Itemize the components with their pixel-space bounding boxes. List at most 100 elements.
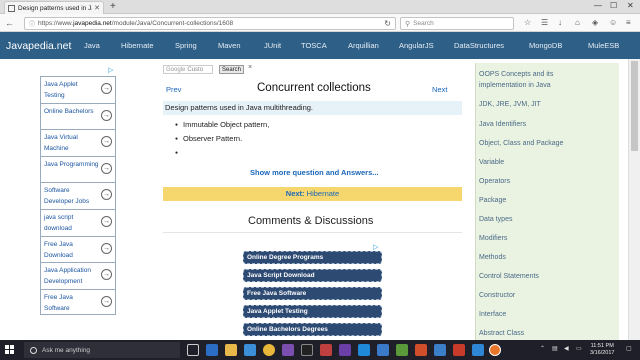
url-bar[interactable]: ⓘ https://www. javapedia.net/module/Java/… (24, 17, 396, 30)
windows-start-icon[interactable] (5, 345, 15, 355)
adchoices-icon[interactable]: ▷ (108, 66, 113, 74)
app-icon[interactable] (320, 344, 332, 356)
ad-item[interactable]: Online Bachelors → (40, 102, 116, 130)
sidebar-item-modifiers[interactable]: Modifiers (476, 233, 507, 244)
reading-list-icon[interactable]: ☰ (541, 17, 548, 29)
sidebar-item-oops-line2[interactable]: implementation in Java (476, 80, 551, 91)
terminal-icon[interactable] (301, 344, 313, 356)
reload-icon[interactable]: ↻ (384, 19, 391, 28)
sidebar-item-methods[interactable]: Methods (476, 252, 506, 263)
nav-link-arquillian[interactable]: Arquillian (348, 41, 379, 50)
sidebar-item-operators[interactable]: Operators (476, 176, 510, 187)
ad-button[interactable]: Java Applet Testing (243, 305, 382, 318)
file-explorer-icon[interactable] (225, 344, 237, 356)
sidebar-item-object-class[interactable]: Object, Class and Package (476, 138, 563, 149)
ad-item[interactable]: Java Virtual Machine → (40, 129, 116, 156)
sidebar-item-variable[interactable]: Variable (476, 157, 504, 168)
windows-taskbar: Ask me anything ⌃ ▤ ◀ ▭ 11:51 PM 3/16/20… (0, 340, 640, 360)
nav-link-hibernate[interactable]: Hibernate (121, 41, 154, 50)
custom-search-input[interactable]: Google Custo (163, 65, 213, 74)
close-tab-icon[interactable]: ✕ (94, 4, 100, 12)
ad-button[interactable]: Java Script Download (243, 269, 382, 282)
taskbar-clock[interactable]: 11:51 PM 3/16/2017 (590, 343, 614, 357)
tray-up-icon[interactable]: ⌃ (540, 345, 545, 352)
bookmark-star-icon[interactable]: ☆ (524, 17, 531, 29)
cortana-search-box[interactable]: Ask me anything (24, 342, 180, 358)
new-tab-icon[interactable]: + (110, 1, 116, 13)
ad-label: Free Java Software (44, 293, 73, 312)
sidebar-item-data-types[interactable]: Data types (476, 214, 512, 225)
ad-item[interactable]: Java Application Development → (40, 262, 116, 289)
sidebar-item-oops[interactable]: OOPS Concepts and its (476, 69, 553, 80)
ad-button[interactable]: Online Degree Programs (243, 251, 382, 264)
app-icon[interactable] (339, 344, 351, 356)
close-window-icon[interactable]: ✕ (627, 1, 634, 10)
ad-item[interactable]: Free Java Download → (40, 235, 116, 263)
task-view-icon[interactable] (187, 344, 199, 356)
maximize-icon[interactable]: ☐ (610, 1, 617, 10)
nav-link-maven[interactable]: Maven (218, 41, 241, 50)
clear-search-icon[interactable]: × (248, 64, 252, 71)
ad-button[interactable]: Online Bachelors Degrees (243, 323, 382, 336)
ad-label: Java Applet Testing (44, 81, 78, 99)
chrome-icon[interactable] (263, 344, 275, 356)
menu-icon[interactable]: ≡ (626, 17, 631, 29)
volume-icon[interactable]: ◀ (564, 345, 569, 352)
back-icon[interactable]: ← (5, 17, 14, 29)
app-icon[interactable] (453, 344, 465, 356)
ie-icon[interactable] (472, 344, 484, 356)
nav-link-datastructures[interactable]: DataStructures (454, 41, 504, 50)
nav-link-spring[interactable]: Spring (175, 41, 197, 50)
site-logo[interactable]: Javapedia.net (0, 40, 80, 52)
sidebar-item-interface[interactable]: Interface (476, 309, 506, 320)
next-link[interactable]: Next (432, 85, 447, 94)
vscode-icon[interactable] (358, 344, 370, 356)
show-more-link[interactable]: Show more question and Answers... (250, 168, 379, 177)
store-icon[interactable] (244, 344, 256, 356)
page-scrollbar[interactable] (628, 59, 640, 340)
nav-link-java[interactable]: Java (84, 41, 100, 50)
prev-link[interactable]: Prev (166, 85, 181, 94)
nav-link-tosca[interactable]: TOSCA (301, 41, 327, 50)
firefox-icon[interactable] (489, 344, 501, 356)
network-icon[interactable]: ▤ (552, 345, 558, 352)
app-icon[interactable] (396, 344, 408, 356)
app-icon[interactable] (434, 344, 446, 356)
ad-button[interactable]: Free Java Software (243, 287, 382, 300)
browser-search-field[interactable]: ⚲ Search (400, 17, 514, 30)
nav-link-muleesb[interactable]: MuleESB (588, 41, 619, 50)
battery-icon[interactable]: ▭ (576, 345, 582, 352)
shield-icon[interactable]: ◈ (592, 17, 598, 29)
ad-item[interactable]: Software Developer Jobs → (40, 182, 116, 209)
sidebar-item-constructor[interactable]: Constructor (476, 290, 515, 301)
download-icon[interactable]: ↓ (558, 17, 562, 29)
scrollbar-thumb[interactable] (631, 61, 638, 151)
nav-link-angularjs[interactable]: AngularJS (399, 41, 434, 50)
cortana-icon (30, 346, 37, 354)
minimize-icon[interactable]: — (594, 1, 602, 10)
nav-link-mongodb[interactable]: MongoDB (529, 41, 562, 50)
ad-item[interactable]: Free Java Software → (40, 288, 116, 316)
ad-label: Free Java Download (44, 240, 73, 259)
ad-item[interactable]: Java Applet Testing → (40, 76, 116, 103)
next-topic-link[interactable]: Hibernate (307, 189, 340, 198)
home-icon[interactable]: ⌂ (575, 17, 580, 29)
sidebar-item-package[interactable]: Package (476, 195, 506, 206)
sidebar-item-abstract-class[interactable]: Abstract Class (476, 328, 524, 339)
nav-link-junit[interactable]: JUnit (264, 41, 281, 50)
search-button[interactable]: Search (219, 65, 244, 74)
adchoices-icon[interactable]: ▷ (373, 243, 378, 251)
browser-tab-bar: Design patterns used in Ja... ✕ + — ☐ ✕ (0, 0, 640, 14)
browser-tab[interactable]: Design patterns used in Ja... ✕ (4, 1, 104, 14)
sidebar-item-control-statements[interactable]: Control Statements (476, 271, 539, 282)
app-icon[interactable] (415, 344, 427, 356)
smiley-icon[interactable]: ☺ (609, 17, 617, 29)
notifications-icon[interactable]: ▢ (626, 345, 632, 352)
ad-item[interactable]: Java Programming → (40, 155, 116, 183)
app-icon[interactable] (282, 344, 294, 356)
edge-icon[interactable] (206, 344, 218, 356)
sidebar-item-identifiers[interactable]: Java Identifiers (476, 119, 526, 130)
app-icon[interactable] (377, 344, 389, 356)
sidebar-item-jdk[interactable]: JDK, JRE, JVM, JIT (476, 99, 541, 110)
ad-item[interactable]: java script download → (40, 208, 116, 236)
